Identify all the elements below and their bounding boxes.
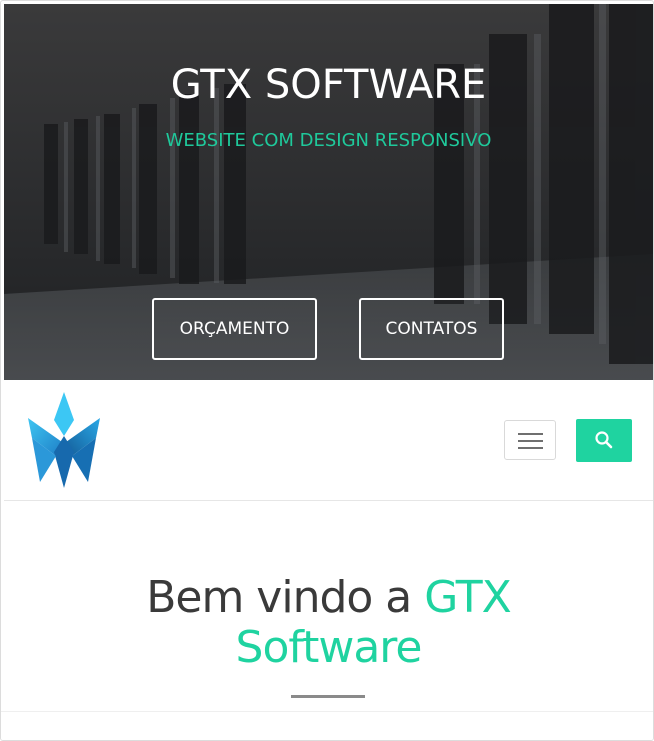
welcome-heading-text: Bem vindo a bbox=[146, 572, 425, 623]
heading-divider bbox=[291, 695, 365, 698]
bottom-strip bbox=[1, 711, 653, 740]
hero-banner: GTX SOFTWARE WEBSITE COM DESIGN RESPONSI… bbox=[4, 4, 653, 380]
server-room-background bbox=[4, 4, 653, 380]
welcome-heading-accent-software: Software bbox=[235, 622, 423, 673]
welcome-heading-accent-gtx: GTX bbox=[424, 572, 512, 623]
search-icon bbox=[595, 431, 613, 449]
orcamento-button[interactable]: ORÇAMENTO bbox=[152, 298, 317, 360]
hero-subtitle: WEBSITE COM DESIGN RESPONSIVO bbox=[165, 130, 492, 151]
contatos-button[interactable]: CONTATOS bbox=[359, 298, 504, 360]
hero-title: GTX SOFTWARE bbox=[170, 62, 487, 108]
search-button[interactable] bbox=[576, 419, 632, 462]
page-frame: GTX SOFTWARE WEBSITE COM DESIGN RESPONSI… bbox=[0, 0, 654, 741]
gtx-logo[interactable] bbox=[26, 390, 102, 490]
site-header bbox=[4, 380, 653, 501]
welcome-heading: Bem vindo a GTX Software bbox=[4, 573, 653, 673]
menu-toggle-button[interactable] bbox=[504, 420, 556, 460]
welcome-section: Bem vindo a GTX Software bbox=[4, 501, 653, 711]
